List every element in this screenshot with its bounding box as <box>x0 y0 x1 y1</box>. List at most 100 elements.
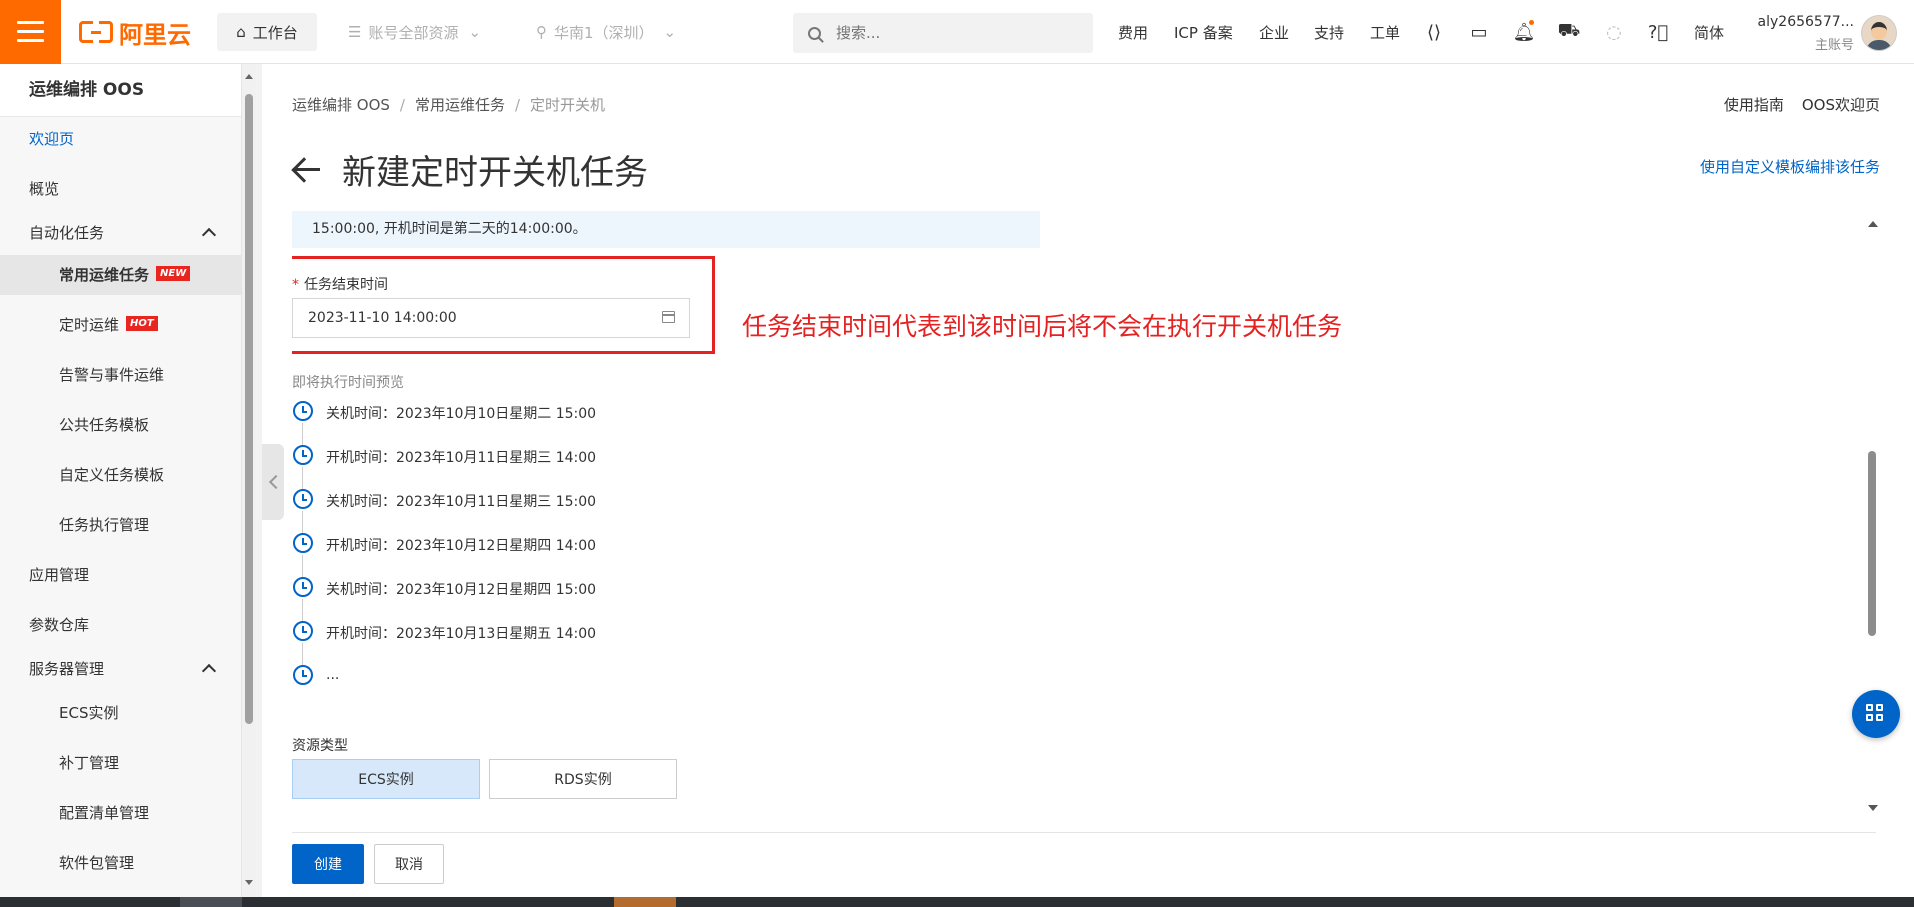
sidebar-group-server-management[interactable]: 服务器管理 <box>0 649 241 689</box>
workbench-label: 工作台 <box>252 23 298 42</box>
code-icon[interactable]: ⟨⟩ <box>1422 20 1446 44</box>
sidebar-item-parameter-store[interactable]: 参数仓库 <box>0 605 241 645</box>
clock-icon <box>293 621 313 641</box>
sidebar-group-automation[interactable]: 自动化任务 <box>0 213 241 253</box>
sidebar-item-inventory-management[interactable]: 配置清单管理 <box>0 793 241 833</box>
nav-link-fees[interactable]: 费用 <box>1118 22 1148 43</box>
page-title: 新建定时开关机任务 <box>342 152 648 193</box>
scroll-down-icon[interactable] <box>1868 805 1878 811</box>
back-arrow-icon[interactable] <box>292 154 322 184</box>
chevron-down-icon: ⌄ <box>663 23 677 41</box>
annotation-text: 任务结束时间代表到该时间后将不会在执行开关机任务 <box>742 312 1343 341</box>
preview-label: 即将执行时间预览 <box>292 375 404 391</box>
sidebar-scrollbar[interactable] <box>242 64 256 897</box>
resource-group-label: 账号全部资源 <box>368 23 459 42</box>
timeline-item: 开机时间：2023年10月11日星期三 14:00 <box>292 445 692 489</box>
cancel-button[interactable]: 取消 <box>374 844 444 884</box>
clock-icon <box>293 445 313 465</box>
form-scroll-area: 15:00:00, 开机时间是第二天的14:00:00。 *任务结束时间 任务结… <box>292 211 1874 817</box>
search-input[interactable] <box>834 23 1068 43</box>
nav-link-enterprise[interactable]: 企业 <box>1259 22 1289 43</box>
breadcrumb-item-current: 定时开关机 <box>530 96 606 114</box>
sidebar-collapse-handle[interactable] <box>262 444 284 520</box>
hamburger-menu-button[interactable] <box>0 0 61 64</box>
sidebar-item-overview[interactable]: 概览 <box>0 169 241 209</box>
oos-welcome-link[interactable]: OOS欢迎页 <box>1802 96 1880 114</box>
sidebar-item-alarm-ops[interactable]: 告警与事件运维 <box>0 355 241 395</box>
chevron-down-icon: ⌄ <box>468 23 482 41</box>
bell-icon[interactable]: 🔔︎ <box>1512 20 1536 44</box>
help-icon[interactable]: ?⃝ <box>1646 20 1670 44</box>
logo-text: 阿里云 <box>119 20 191 49</box>
user-guide-link[interactable]: 使用指南 <box>1724 96 1784 114</box>
custom-template-link[interactable]: 使用自定义模板编排该任务 <box>1700 156 1880 177</box>
main-content: 运维编排 OOS / 常用运维任务 / 定时开关机 使用指南 OOS欢迎页 新建定时开关机… <box>262 64 1914 897</box>
sidebar-item-execution-management[interactable]: 任务执行管理 <box>0 505 241 545</box>
cart-icon[interactable]: ⛟ <box>1557 20 1581 44</box>
quick-apps-button[interactable] <box>1852 690 1900 738</box>
user-name: aly2656577... <box>1757 14 1854 30</box>
workbench-button[interactable]: ⌂ 工作台 <box>217 13 317 51</box>
sidebar-item-ecs-instances[interactable]: ECS实例 <box>0 693 241 733</box>
timeline-item: 开机时间：2023年10月12日星期四 14:00 <box>292 533 692 577</box>
sidebar-item-scheduled-ops[interactable]: 定时运维 HOT <box>0 305 241 345</box>
calendar-icon[interactable] <box>662 311 675 323</box>
sidebar-item-package-management[interactable]: 软件包管理 <box>0 843 241 883</box>
sidebar-item-patch-management[interactable]: 补丁管理 <box>0 743 241 783</box>
scroll-down-icon[interactable] <box>245 880 253 885</box>
sidebar-item-app-management[interactable]: 应用管理 <box>0 555 241 595</box>
sidebar-item-custom-templates[interactable]: 自定义任务模板 <box>0 455 241 495</box>
search-icon <box>808 26 821 40</box>
clock-icon <box>293 489 313 509</box>
database-icon: ☰ <box>348 23 362 41</box>
clock-icon <box>293 665 313 685</box>
notification-dot <box>1529 20 1534 25</box>
chevron-up-icon <box>201 663 217 679</box>
top-bar: 阿里云 ⌂ 工作台 ☰ 账号全部资源 ⌄ ⚲ 华南1（深圳） ⌄ 费用 ICP … <box>0 0 1914 64</box>
region-selector[interactable]: ⚲ 华南1（深圳） ⌄ <box>536 13 676 51</box>
location-pin-icon: ⚲ <box>536 23 547 41</box>
user-account[interactable]: aly2656577... 主账号 <box>1754 14 1854 53</box>
scrollbar-thumb[interactable] <box>1868 451 1876 636</box>
clock-icon <box>293 533 313 553</box>
sidebar-item-welcome[interactable]: 欢迎页 <box>0 119 241 159</box>
footer-divider <box>292 832 1876 833</box>
resource-type-label: 资源类型 <box>292 738 348 754</box>
nav-link-support[interactable]: 支持 <box>1314 22 1344 43</box>
nav-link-icp[interactable]: ICP 备案 <box>1174 22 1233 43</box>
breadcrumb-item-common-tasks[interactable]: 常用运维任务 <box>415 96 505 114</box>
language-switch[interactable]: 简体 <box>1694 22 1724 43</box>
avatar[interactable] <box>1861 15 1897 51</box>
os-taskbar <box>0 897 1914 907</box>
clock-icon <box>293 401 313 421</box>
resource-type-rds-button[interactable]: RDS实例 <box>489 759 677 799</box>
clock-icon <box>293 577 313 597</box>
end-time-picker[interactable] <box>292 298 690 338</box>
sidebar-title: 运维编排 OOS <box>0 64 241 117</box>
create-button[interactable]: 创建 <box>292 844 364 884</box>
resource-type-ecs-button[interactable]: ECS实例 <box>292 759 480 799</box>
timeline-item: 关机时间：2023年10月11日星期三 15:00 <box>292 489 692 533</box>
end-time-input[interactable] <box>293 309 640 327</box>
info-note: 15:00:00, 开机时间是第二天的14:00:00。 <box>292 211 1040 248</box>
region-label: 华南1（深圳） <box>554 23 654 42</box>
new-badge: NEW <box>156 266 191 281</box>
scrollbar-thumb[interactable] <box>245 94 253 724</box>
timeline-item: 关机时间：2023年10月10日星期二 15:00 <box>292 401 692 445</box>
terminal-icon[interactable]: ▭ <box>1467 20 1491 44</box>
scroll-up-icon[interactable] <box>1868 221 1878 227</box>
nav-link-ticket[interactable]: 工单 <box>1370 22 1400 43</box>
hot-badge: HOT <box>126 316 158 331</box>
scroll-up-icon[interactable] <box>245 74 253 79</box>
breadcrumb-item-oos[interactable]: 运维编排 OOS <box>292 96 390 114</box>
resource-group-selector[interactable]: ☰ 账号全部资源 ⌄ <box>348 13 481 51</box>
sidebar-item-public-templates[interactable]: 公共任务模板 <box>0 405 241 445</box>
end-time-label: * 任务结束时间 <box>292 277 388 293</box>
sidebar: 运维编排 OOS 欢迎页 概览 自动化任务 常用运维任务 NEW 定时运维 HOT … <box>0 64 242 897</box>
breadcrumb: 运维编排 OOS / 常用运维任务 / 定时开关机 <box>292 96 606 114</box>
aliyun-logo[interactable]: 阿里云 <box>79 18 191 49</box>
timeline-item: ... <box>292 665 692 689</box>
timeline-item: 开机时间：2023年10月13日星期五 14:00 <box>292 621 692 665</box>
lightbulb-icon[interactable]: ◌ <box>1602 20 1626 44</box>
sidebar-item-common-tasks[interactable]: 常用运维任务 NEW <box>0 255 241 295</box>
